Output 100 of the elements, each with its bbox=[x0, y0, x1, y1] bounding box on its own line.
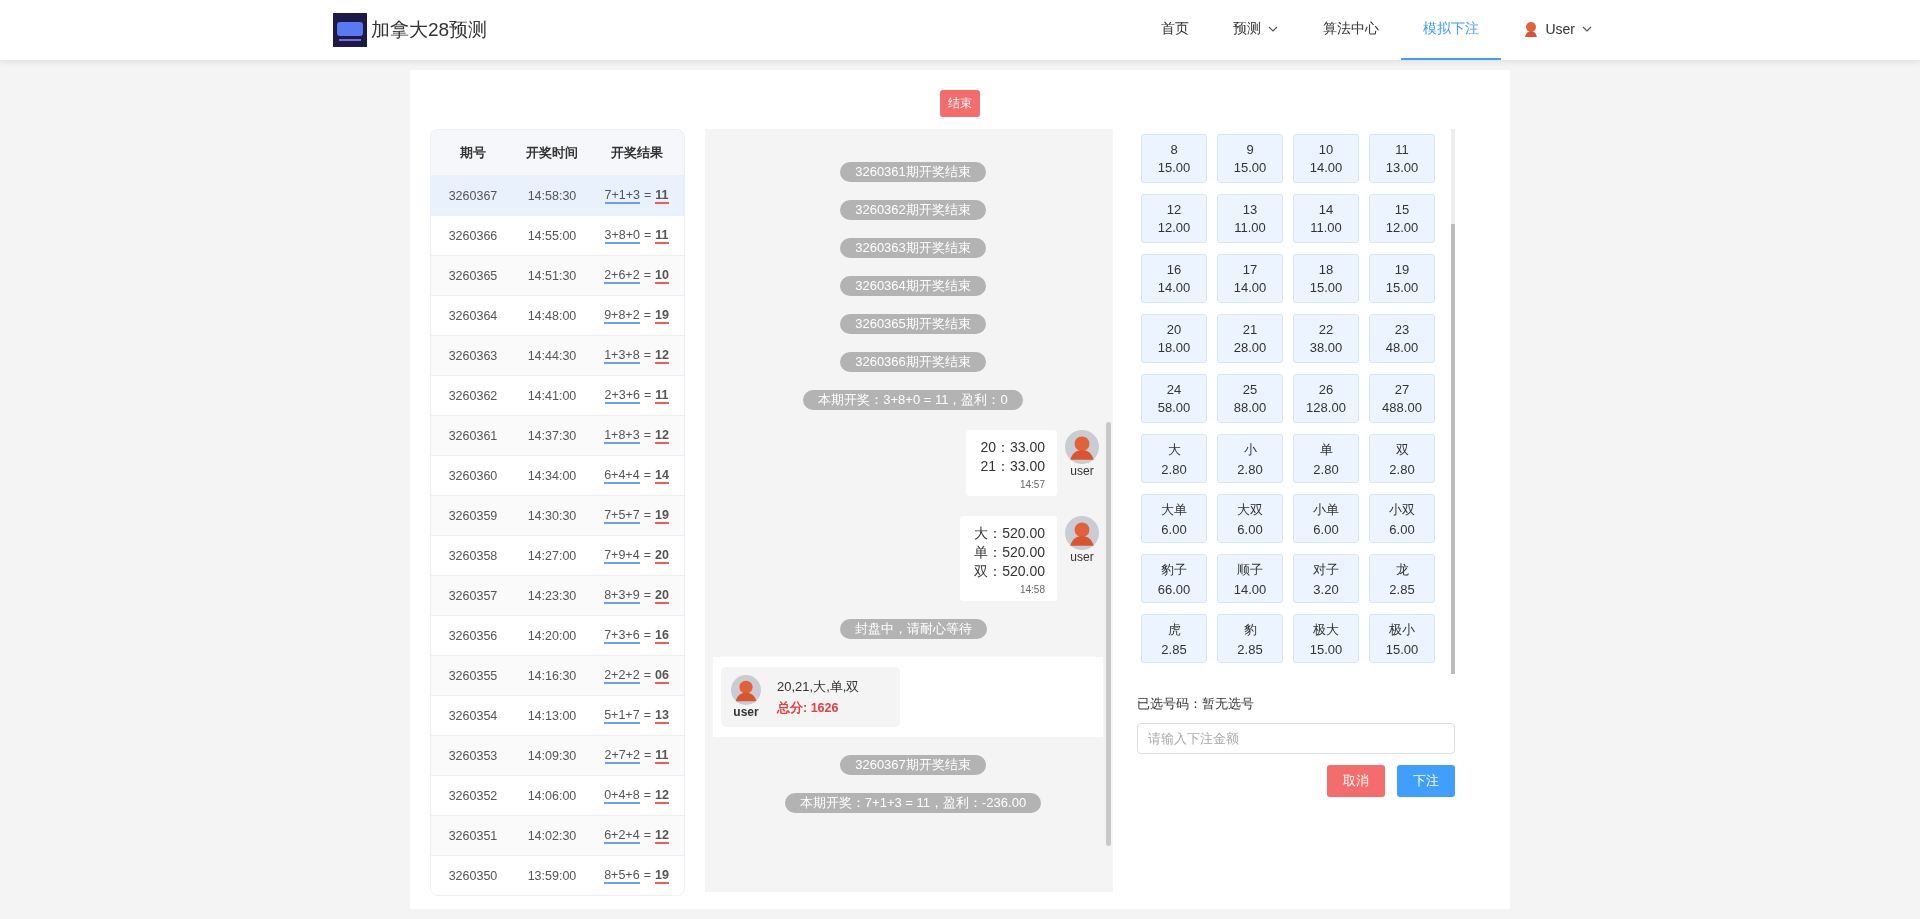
site-title: 加拿大28预测 bbox=[371, 18, 488, 42]
nav-link[interactable]: 首页 bbox=[1139, 0, 1212, 60]
odds-option[interactable]: 大 2.80 bbox=[1141, 434, 1207, 483]
amount-input[interactable]: 请输入下注金额 bbox=[1137, 723, 1455, 754]
odds-option[interactable]: 26 128.00 bbox=[1293, 374, 1359, 423]
equals-sign: = bbox=[643, 547, 651, 564]
issue-cell-text: 3260360 bbox=[447, 468, 499, 483]
equals-sign: = bbox=[643, 507, 651, 524]
odds-option[interactable]: 双 2.80 bbox=[1369, 434, 1435, 483]
time-cell-text: 14:23:30 bbox=[526, 588, 578, 603]
odds-option[interactable]: 15 12.00 bbox=[1369, 194, 1435, 243]
odds-option[interactable]: 小单 6.00 bbox=[1293, 494, 1359, 543]
issue-cell-text: 3260351 bbox=[447, 828, 499, 843]
draw-total: 11 bbox=[655, 387, 669, 404]
table-row[interactable]: 3260363 14:44:30 1+3+8 = 12 bbox=[431, 335, 684, 375]
table-row[interactable]: 3260353 14:09:30 2+7+2 = 11 bbox=[431, 735, 684, 775]
table-row[interactable]: 3260351 14:02:30 6+2+4 = 12 bbox=[431, 815, 684, 855]
equals-sign: = bbox=[643, 267, 651, 284]
scrollbar[interactable] bbox=[1106, 422, 1111, 846]
table-row[interactable]: 3260355 14:16:30 2+2+2 = 06 bbox=[431, 655, 684, 695]
odds-option[interactable]: 24 58.00 bbox=[1141, 374, 1207, 423]
system-notice: 本期开奖：7+1+3 = 11，盈利：-236.00 bbox=[784, 793, 1042, 813]
odds-option[interactable]: 8 15.00 bbox=[1141, 134, 1207, 183]
time-cell-text: 14:30:30 bbox=[526, 508, 578, 523]
column-header: 开奖时间 bbox=[525, 143, 579, 162]
equals-sign: = bbox=[643, 667, 651, 684]
nav-link[interactable]: 算法中心 bbox=[1301, 0, 1402, 60]
draw-total: 19 bbox=[654, 507, 669, 524]
odds-option[interactable]: 22 38.00 bbox=[1293, 314, 1359, 363]
odds-option[interactable]: 极小 15.00 bbox=[1369, 614, 1435, 663]
issue-cell-text: 3260363 bbox=[447, 348, 499, 363]
time-cell-text: 14:27:00 bbox=[526, 548, 578, 563]
odds-option[interactable]: 11 13.00 bbox=[1369, 134, 1435, 183]
issue-cell-text: 3260353 bbox=[447, 748, 499, 763]
odds-option[interactable]: 12 12.00 bbox=[1141, 194, 1207, 243]
odds-option[interactable]: 18 15.00 bbox=[1293, 254, 1359, 303]
draw-numbers: 3+8+0 bbox=[604, 227, 640, 244]
draw-numbers: 2+6+2 bbox=[604, 267, 640, 284]
avatar-icon bbox=[1523, 21, 1540, 37]
odds-option[interactable]: 龙 2.85 bbox=[1369, 554, 1435, 603]
odds-option[interactable]: 小双 6.00 bbox=[1369, 494, 1435, 543]
equals-sign: = bbox=[643, 747, 652, 764]
equals-sign: = bbox=[643, 707, 651, 724]
odds-option[interactable]: 10 14.00 bbox=[1293, 134, 1359, 183]
table-row[interactable]: 3260361 14:37:30 1+8+3 = 12 bbox=[431, 415, 684, 455]
odds-option[interactable]: 顺子 14.00 bbox=[1217, 554, 1283, 603]
odds-option[interactable]: 19 15.00 bbox=[1369, 254, 1435, 303]
issue-cell-text: 3260358 bbox=[447, 548, 499, 563]
time-cell-text: 14:02:30 bbox=[526, 828, 578, 843]
draw-total: 06 bbox=[654, 667, 669, 684]
nav-link[interactable]: User bbox=[1501, 0, 1615, 60]
table-row[interactable]: 3260365 14:51:30 2+6+2 = 10 bbox=[431, 255, 684, 295]
odds-option[interactable]: 14 11.00 bbox=[1293, 194, 1359, 243]
equals-sign: = bbox=[643, 867, 651, 884]
issue-cell-text: 3260364 bbox=[447, 308, 499, 323]
odds-option[interactable]: 大单 6.00 bbox=[1141, 494, 1207, 543]
bet-picks: 20,21,大,单,双 bbox=[777, 677, 860, 696]
draw-numbers: 7+3+6 bbox=[604, 627, 640, 644]
time-cell-text: 14:13:00 bbox=[526, 708, 578, 723]
column-header: 期号 bbox=[459, 143, 487, 162]
odds-option[interactable]: 25 88.00 bbox=[1217, 374, 1283, 423]
odds-option[interactable]: 27 488.00 bbox=[1369, 374, 1435, 423]
odds-option[interactable]: 23 48.00 bbox=[1369, 314, 1435, 363]
issue-cell-text: 3260365 bbox=[447, 268, 499, 283]
avatar-icon bbox=[731, 675, 761, 705]
equals-sign: = bbox=[643, 627, 651, 644]
table-row[interactable]: 3260350 13:59:00 8+5+6 = 19 bbox=[431, 855, 684, 895]
time-cell-text: 14:55:00 bbox=[526, 228, 578, 243]
odds-option[interactable]: 单 2.80 bbox=[1293, 434, 1359, 483]
issue-cell-text: 3260361 bbox=[447, 428, 499, 443]
odds-option[interactable]: 17 14.00 bbox=[1217, 254, 1283, 303]
odds-option[interactable]: 豹子 66.00 bbox=[1141, 554, 1207, 603]
odds-option[interactable]: 小 2.80 bbox=[1217, 434, 1283, 483]
equals-sign: = bbox=[643, 307, 651, 324]
draw-total: 14 bbox=[654, 467, 669, 484]
odds-option[interactable]: 9 15.00 bbox=[1217, 134, 1283, 183]
table-row[interactable]: 3260357 14:23:30 8+3+9 = 20 bbox=[431, 575, 684, 615]
table-row[interactable]: 3260359 14:30:30 7+5+7 = 19 bbox=[431, 495, 684, 535]
odds-option[interactable]: 豹 2.85 bbox=[1217, 614, 1283, 663]
odds-option[interactable]: 大双 6.00 bbox=[1217, 494, 1283, 543]
odds-option[interactable]: 极大 15.00 bbox=[1293, 614, 1359, 663]
odds-option[interactable]: 13 11.00 bbox=[1217, 194, 1283, 243]
odds-option[interactable]: 对子 3.20 bbox=[1293, 554, 1359, 603]
issue-cell-text: 3260362 bbox=[447, 388, 499, 403]
draw-numbers: 7+9+4 bbox=[604, 547, 640, 564]
table-row[interactable]: 3260367 14:58:30 7+1+3 = 11 bbox=[431, 175, 684, 215]
message-time: 14:58 bbox=[1019, 584, 1045, 595]
equals-sign: = bbox=[643, 387, 652, 404]
draw-total: 12 bbox=[654, 427, 669, 444]
draw-numbers: 2+7+2 bbox=[604, 747, 640, 764]
system-notice: 3260366期开奖结束 bbox=[840, 352, 986, 372]
odds-option[interactable]: 21 28.00 bbox=[1217, 314, 1283, 363]
system-notice: 本期开奖：3+8+0 = 11，盈利：0 bbox=[803, 390, 1023, 410]
nav-link[interactable]: 预测 bbox=[1211, 0, 1302, 60]
scrollbar[interactable] bbox=[1451, 224, 1455, 674]
odds-option[interactable]: 20 18.00 bbox=[1141, 314, 1207, 363]
system-notice: 3260365期开奖结束 bbox=[840, 314, 986, 334]
time-cell-text: 14:34:00 bbox=[526, 468, 578, 483]
odds-option[interactable]: 虎 2.85 bbox=[1141, 614, 1207, 663]
odds-option[interactable]: 16 14.00 bbox=[1141, 254, 1207, 303]
